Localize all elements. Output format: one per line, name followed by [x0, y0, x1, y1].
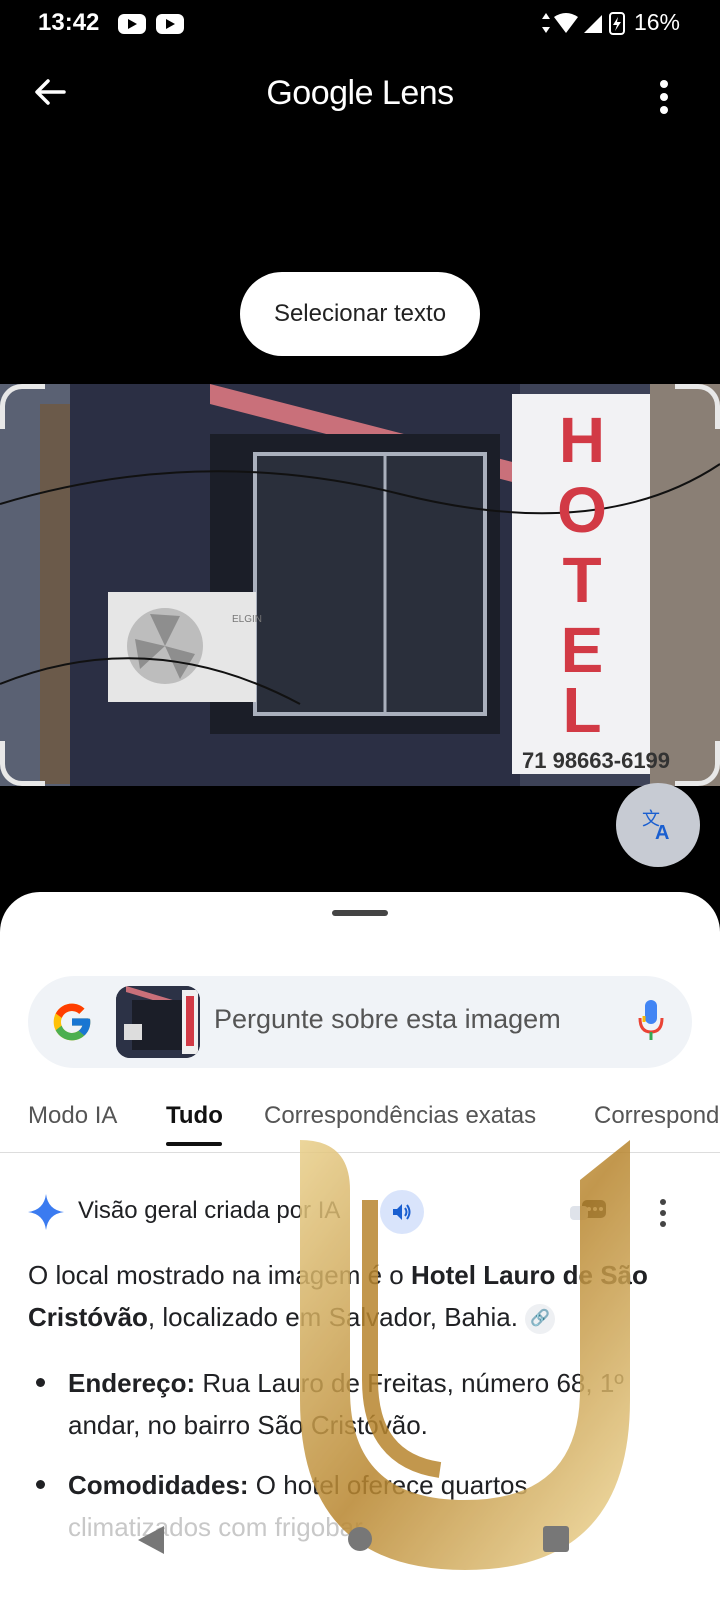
search-input[interactable]: Pergunte sobre esta imagem [214, 1004, 561, 1035]
app-title: Google Lens [266, 74, 454, 112]
nav-home-icon[interactable] [347, 1526, 373, 1552]
hotel-photo: H O T E L 71 98663-6199 ELGIN [0, 384, 720, 786]
feedback-icon[interactable] [568, 1196, 608, 1230]
lens-top-bar: Google Lens [0, 60, 720, 132]
translate-button[interactable]: 文 A [616, 783, 700, 867]
bullet-label: Comodidades: [68, 1470, 249, 1500]
sign-letter: L [562, 674, 601, 746]
more-options-icon[interactable] [658, 80, 670, 116]
active-tab-indicator [166, 1142, 222, 1146]
youtube-notification-icon [118, 14, 146, 34]
google-g-icon [53, 1003, 91, 1041]
intro-text: O local mostrado na imagem é o [28, 1260, 411, 1290]
crop-corner-handle[interactable] [0, 384, 45, 429]
svg-text:A: A [655, 822, 669, 843]
select-text-button[interactable]: Selecionar texto [240, 272, 480, 356]
status-icons: 16% [540, 9, 680, 36]
ac-brand-label: ELGIN [232, 614, 262, 625]
crop-corner-handle[interactable] [675, 384, 720, 429]
sign-phone: 71 98663-6199 [522, 748, 670, 773]
tab-exact-matches[interactable]: Correspondências exatas [264, 1102, 536, 1130]
speaker-icon [393, 1204, 411, 1220]
list-item: Endereço: Rua Lauro de Freitas, número 6… [28, 1362, 678, 1446]
sign-letter: H [559, 404, 605, 476]
crop-corner-handle[interactable] [0, 741, 45, 786]
image-thumbnail[interactable] [116, 986, 200, 1058]
crop-corner-handle[interactable] [675, 741, 720, 786]
youtube-notification-icon [156, 14, 184, 34]
nav-back-icon[interactable] [136, 1524, 166, 1556]
wifi-signal-battery-icon [541, 11, 625, 35]
ai-overview-header: Visão geral criada por IA [28, 1188, 698, 1236]
bullet-label: Endereço: [68, 1368, 196, 1398]
thumbnail-image [116, 986, 200, 1058]
search-bar[interactable]: Pergunte sobre esta imagem [28, 976, 692, 1068]
tab-all[interactable]: Tudo [166, 1102, 223, 1130]
sheet-drag-handle[interactable] [332, 910, 388, 916]
system-nav-bar [0, 1512, 720, 1600]
bullet-text: O hotel oferece quartos [248, 1470, 528, 1500]
captured-image[interactable]: H O T E L 71 98663-6199 ELGIN [0, 384, 720, 786]
battery-percent: 16% [633, 9, 680, 35]
tab-visual-matches[interactable]: Correspond [594, 1102, 719, 1130]
status-time: 13:42 [38, 9, 100, 36]
tab-ai-mode[interactable]: Modo IA [28, 1102, 117, 1130]
nav-recents-icon[interactable] [542, 1525, 570, 1553]
results-sheet[interactable]: Pergunte sobre esta imagem Modo IA Tudo … [0, 892, 720, 1600]
gemini-sparkle-icon [28, 1194, 64, 1230]
sign-letter: O [557, 474, 607, 546]
ai-overview-more-icon[interactable] [658, 1198, 668, 1228]
sign-letter: T [562, 544, 601, 616]
intro-location: , localizado em Salvador, Bahia. [147, 1302, 518, 1332]
status-bar: 13:42 16% [0, 0, 720, 48]
ai-overview-title: Visão geral criada por IA [78, 1197, 341, 1224]
translate-icon: 文 A [642, 809, 669, 843]
microphone-icon[interactable] [636, 996, 666, 1046]
listen-button[interactable] [380, 1190, 424, 1234]
ai-overview-intro: O local mostrado na imagem é o Hotel Lau… [28, 1254, 678, 1338]
source-link-icon[interactable]: 🔗 [525, 1304, 556, 1335]
results-tabs: Modo IA Tudo Correspondências exatas Cor… [0, 1088, 720, 1153]
